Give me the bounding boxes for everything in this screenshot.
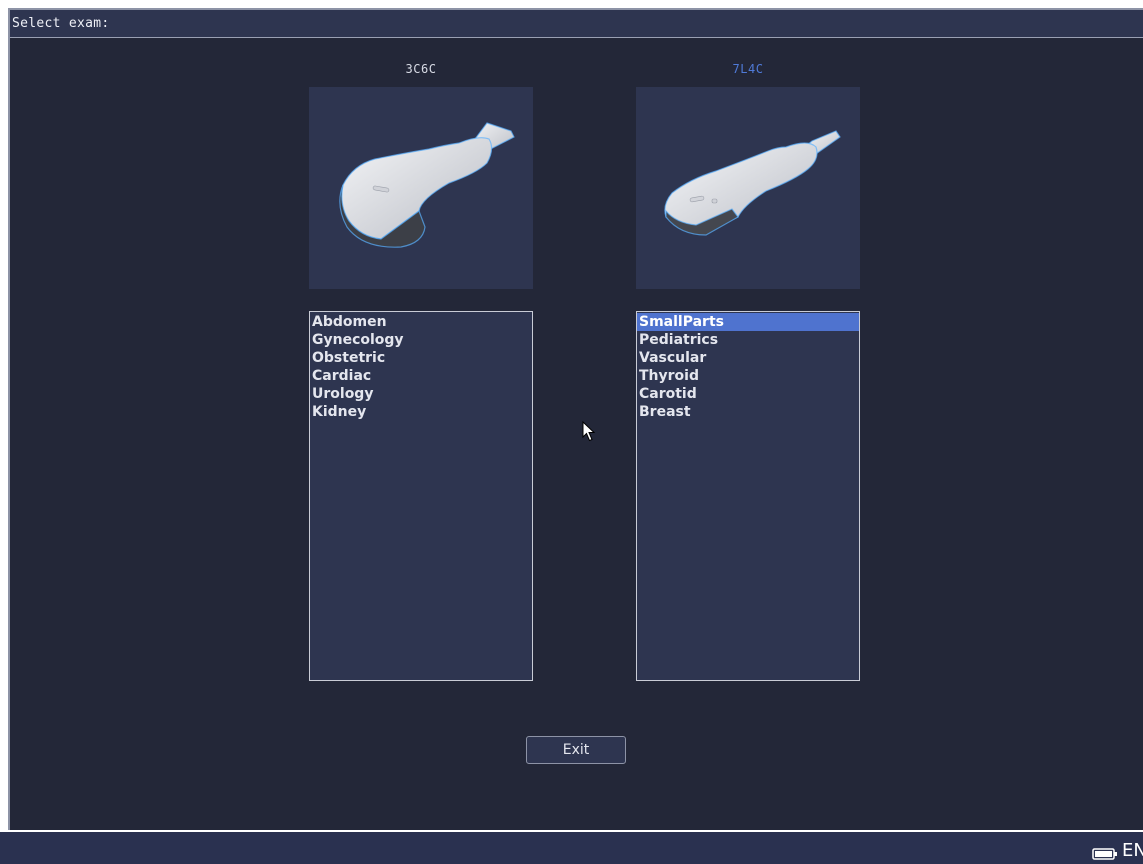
exam-item-thyroid[interactable]: Thyroid <box>637 367 859 385</box>
exam-list-3c6c[interactable]: Abdomen Gynecology Obstetric Cardiac Uro… <box>309 311 533 681</box>
probe-label-7l4c[interactable]: 7L4C <box>636 62 860 76</box>
mouse-cursor-icon <box>582 421 596 442</box>
linear-probe-image[interactable] <box>636 87 860 289</box>
exam-list-7l4c[interactable]: SmallParts Pediatrics Vascular Thyroid C… <box>636 311 860 681</box>
exam-item-smallparts[interactable]: SmallParts <box>637 313 859 331</box>
convex-probe-icon <box>339 122 515 248</box>
battery-icon <box>1092 848 1117 860</box>
status-bar <box>0 832 1143 864</box>
exam-item-urology[interactable]: Urology <box>310 385 532 403</box>
probe-label-3c6c[interactable]: 3C6C <box>309 62 533 76</box>
exit-button[interactable]: Exit <box>526 736 626 764</box>
app-screen: Select exam: 3C6C Abdomen Gynecology Obs… <box>0 0 1143 864</box>
exam-item-carotid[interactable]: Carotid <box>637 385 859 403</box>
linear-probe-icon <box>664 130 841 236</box>
convex-probe-image[interactable] <box>309 87 533 289</box>
exam-item-gynecology[interactable]: Gynecology <box>310 331 532 349</box>
window-title: Select exam: <box>12 16 110 31</box>
exam-item-obstetric[interactable]: Obstetric <box>310 349 532 367</box>
exam-item-vascular[interactable]: Vascular <box>637 349 859 367</box>
exam-item-pediatrics[interactable]: Pediatrics <box>637 331 859 349</box>
exam-item-cardiac[interactable]: Cardiac <box>310 367 532 385</box>
exam-item-abdomen[interactable]: Abdomen <box>310 313 532 331</box>
title-bar: Select exam: <box>10 10 1143 38</box>
exam-item-breast[interactable]: Breast <box>637 403 859 421</box>
exam-item-kidney[interactable]: Kidney <box>310 403 532 421</box>
language-indicator[interactable]: EN <box>1122 840 1143 861</box>
exam-select-window: Select exam: <box>8 8 1143 830</box>
